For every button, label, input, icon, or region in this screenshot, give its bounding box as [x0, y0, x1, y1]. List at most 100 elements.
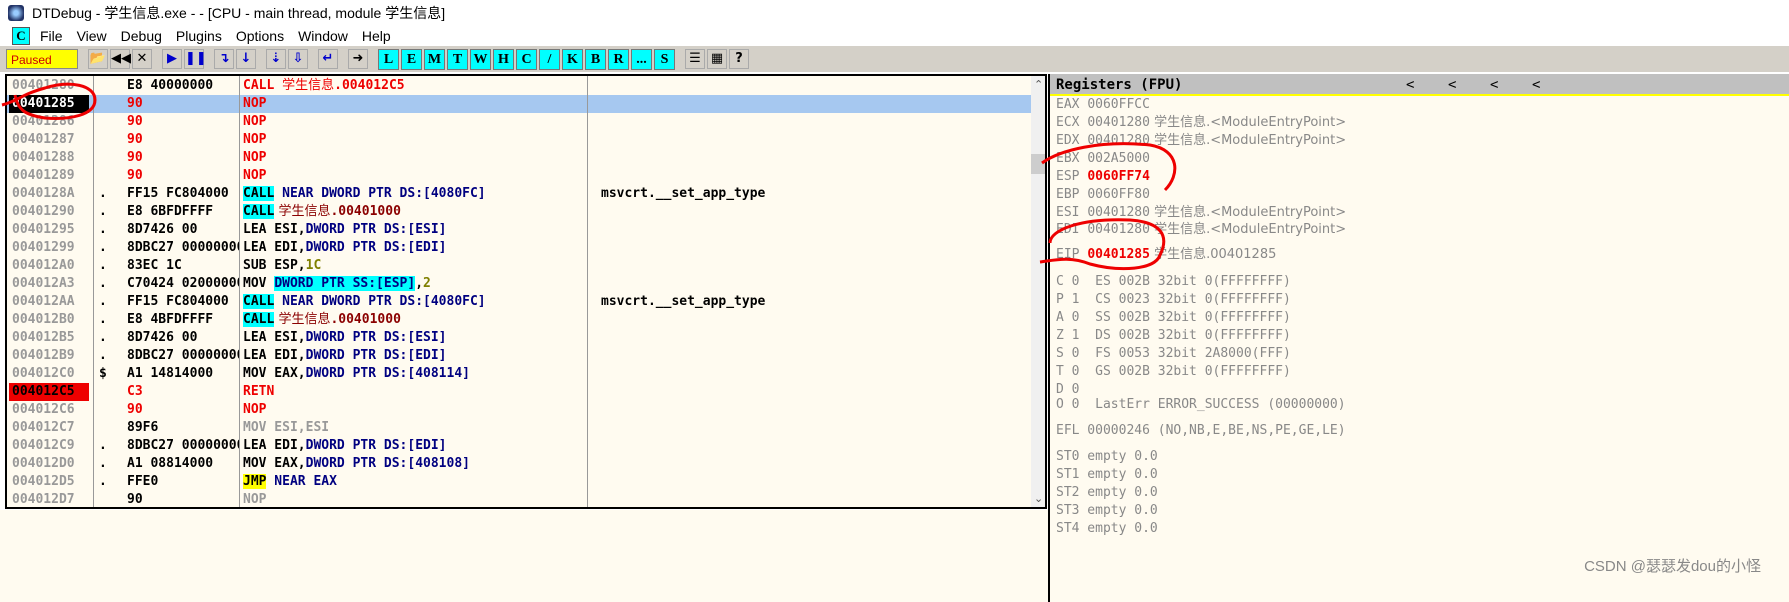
register-line[interactable]: ST2 empty 0.0 — [1056, 484, 1158, 502]
address-cell[interactable]: 00401286 — [9, 113, 89, 131]
table-row[interactable]: 004012C5 C3 RETN — [7, 383, 1031, 401]
register-line[interactable]: ECX 00401280 学生信息.<ModuleEntryPoint> — [1056, 114, 1346, 132]
register-value[interactable]: 00401280 — [1087, 133, 1150, 148]
dump-pane[interactable] — [0, 510, 1048, 602]
address-cell[interactable]: 004012C6 — [9, 401, 89, 419]
address-cell[interactable]: 004012B0 — [9, 311, 89, 329]
table-row[interactable]: 00401295. 8D7426 00 LEA ESI,DWORD PTR DS:[… — [7, 221, 1031, 239]
scroll-down-icon[interactable]: ⌄ — [1034, 492, 1043, 505]
instruction-cell[interactable]: LEA EDI,DWORD PTR DS:[EDI] — [241, 239, 591, 257]
window-button-r[interactable]: R — [608, 48, 629, 70]
close-icon[interactable]: ✕ — [132, 49, 152, 69]
register-line[interactable]: C 0 ES 002B 32bit 0(FFFFFFFF) — [1056, 273, 1291, 291]
table-row[interactable]: 00401280 E8 40000000 CALL 学生信息.004012C5 — [7, 77, 1031, 95]
register-line[interactable]: ST3 empty 0.0 — [1056, 502, 1158, 520]
open-icon[interactable]: 📂 — [88, 49, 108, 69]
instruction-cell[interactable]: MOV ESI,ESI — [241, 419, 591, 437]
register-line[interactable]: EDX 00401280 学生信息.<ModuleEntryPoint> — [1056, 132, 1346, 150]
instruction-cell[interactable]: CALL NEAR DWORD PTR DS:[4080FC] — [241, 185, 591, 203]
table-row[interactable]: 004012B0. E8 4BFDFFFF CALL 学生信息.00401000 — [7, 311, 1031, 329]
instruction-cell[interactable]: MOV EAX,DWORD PTR DS:[408114] — [241, 365, 591, 383]
list-icon[interactable]: ☰ — [685, 49, 705, 69]
address-cell[interactable]: 004012A3 — [9, 275, 89, 293]
register-line[interactable]: S 0 FS 0053 32bit 2A8000(FFF) — [1056, 345, 1291, 363]
instruction-cell[interactable]: NOP — [241, 491, 591, 507]
table-row[interactable]: 004012A0. 83EC 1C SUB ESP,1C — [7, 257, 1031, 275]
table-row[interactable]: 004012C0 $ A1 14814000 MOV EAX,DWORD PTR DS… — [7, 365, 1031, 383]
register-value[interactable]: 0060FF74 — [1087, 169, 1150, 184]
menu-view[interactable]: View — [77, 28, 107, 44]
menu-window[interactable]: Window — [298, 28, 348, 44]
register-value[interactable]: 00401280 — [1087, 115, 1150, 130]
rewind-icon[interactable]: ◀◀ — [110, 49, 131, 69]
table-row[interactable]: 004012B5. 8D7426 00 LEA ESI,DWORD PTR DS:[… — [7, 329, 1031, 347]
address-cell[interactable]: 004012C9 — [9, 437, 89, 455]
window-button-c[interactable]: C — [516, 48, 537, 70]
register-value[interactable]: 00401285 — [1087, 247, 1150, 262]
table-row[interactable]: 00401286 90 NOP — [7, 113, 1031, 131]
cpu-window-icon[interactable]: C — [12, 26, 30, 45]
execute-till-return-icon[interactable]: ↵ — [318, 49, 338, 69]
run-icon[interactable]: ▶ — [162, 49, 182, 69]
nav-left-button[interactable]: < — [1490, 74, 1498, 96]
address-cell[interactable]: 00401299 — [9, 239, 89, 257]
address-cell[interactable]: 004012B9 — [9, 347, 89, 365]
scroll-up-icon[interactable]: ⌃ — [1034, 78, 1043, 91]
table-row[interactable]: 00401287 90 NOP — [7, 131, 1031, 149]
instruction-cell[interactable]: CALL NEAR DWORD PTR DS:[4080FC] — [241, 293, 591, 311]
table-row[interactable]: 004012C7 89F6 MOV ESI,ESI — [7, 419, 1031, 437]
address-cell[interactable]: 004012A0 — [9, 257, 89, 275]
register-line[interactable]: ESP 0060FF74 — [1056, 168, 1150, 186]
address-cell[interactable]: 00401295 — [9, 221, 89, 239]
nav-left-button[interactable]: < — [1532, 74, 1540, 96]
instruction-cell[interactable]: JMP NEAR EAX — [241, 473, 591, 491]
instruction-cell[interactable]: LEA EDI,DWORD PTR DS:[EDI] — [241, 437, 591, 455]
register-line[interactable]: P 1 CS 0023 32bit 0(FFFFFFFF) — [1056, 291, 1291, 309]
register-value[interactable]: 00401280 — [1087, 205, 1150, 220]
address-cell[interactable]: 004012D5 — [9, 473, 89, 491]
address-cell[interactable]: 004012AA — [9, 293, 89, 311]
menu-plugins[interactable]: Plugins — [176, 28, 222, 44]
vertical-scrollbar[interactable]: ⌃ ⌄ — [1031, 76, 1045, 507]
help-icon[interactable]: ? — [729, 49, 749, 69]
register-line[interactable]: ST1 empty 0.0 — [1056, 466, 1158, 484]
table-row[interactable]: 00401290. E8 6BFDFFFF CALL 学生信息.00401000 — [7, 203, 1031, 221]
instruction-cell[interactable]: NOP — [241, 95, 591, 113]
register-line[interactable]: EBX 002A5000 — [1056, 150, 1150, 168]
address-cell[interactable]: 004012C7 — [9, 419, 89, 437]
register-line[interactable]: EFL 00000246 (NO,NB,E,BE,NS,PE,GE,LE) — [1056, 422, 1346, 440]
instruction-cell[interactable]: LEA EDI,DWORD PTR DS:[EDI] — [241, 347, 591, 365]
register-line[interactable]: Z 1 DS 002B 32bit 0(FFFFFFFF) — [1056, 327, 1291, 345]
instruction-cell[interactable]: LEA ESI,DWORD PTR DS:[ESI] — [241, 221, 591, 239]
instruction-cell[interactable]: MOV DWORD PTR SS:[ESP],2 — [241, 275, 591, 293]
trace-into-icon[interactable]: ⇣ — [266, 49, 286, 69]
window-button-s[interactable]: S — [654, 48, 675, 70]
menu-file[interactable]: File — [40, 28, 63, 44]
table-row[interactable]: 00401285 90 NOP — [7, 95, 1031, 113]
table-row[interactable]: 00401289 90 NOP — [7, 167, 1031, 185]
pause-icon[interactable]: ❚❚ — [184, 49, 207, 69]
register-value[interactable]: 002A5000 — [1087, 151, 1150, 166]
window-button-e[interactable]: E — [401, 48, 422, 70]
instruction-cell[interactable]: NOP — [241, 167, 591, 185]
window-button-more[interactable]: ... — [631, 48, 652, 70]
step-over-icon[interactable]: ↓ — [236, 49, 256, 69]
address-cell[interactable]: 004012B5 — [9, 329, 89, 347]
instruction-cell[interactable]: NOP — [241, 149, 591, 167]
window-button-m[interactable]: M — [424, 48, 445, 70]
registers-pane[interactable]: Registers (FPU) < < < < EAX 0060FFCC ECX 004… — [1048, 74, 1789, 602]
register-line[interactable]: O 0 LastErr ERROR_SUCCESS (00000000) — [1056, 396, 1346, 414]
table-row[interactable]: 0040128A. FF15 FC804000 CALL NEAR DWORD PT… — [7, 185, 1031, 203]
address-cell[interactable]: 00401285 — [9, 95, 89, 113]
instruction-cell[interactable]: LEA ESI,DWORD PTR DS:[ESI] — [241, 329, 591, 347]
address-cell[interactable]: 00401280 — [9, 77, 89, 95]
registers-header[interactable]: Registers (FPU) < < < < — [1050, 74, 1789, 96]
table-row[interactable]: 004012A3. C70424 02000000 MOV DWORD PTR SS… — [7, 275, 1031, 293]
scrollbar-thumb[interactable] — [1031, 154, 1045, 174]
table-row[interactable]: 00401299. 8DBC27 00000000 LEA EDI,DWORD PT… — [7, 239, 1031, 257]
instruction-cell[interactable]: NOP — [241, 401, 591, 419]
nav-left-button[interactable]: < — [1448, 74, 1456, 96]
register-value[interactable]: 00401280 — [1087, 222, 1150, 237]
address-cell[interactable]: 00401289 — [9, 167, 89, 185]
register-line[interactable]: EBP 0060FF80 — [1056, 186, 1150, 204]
